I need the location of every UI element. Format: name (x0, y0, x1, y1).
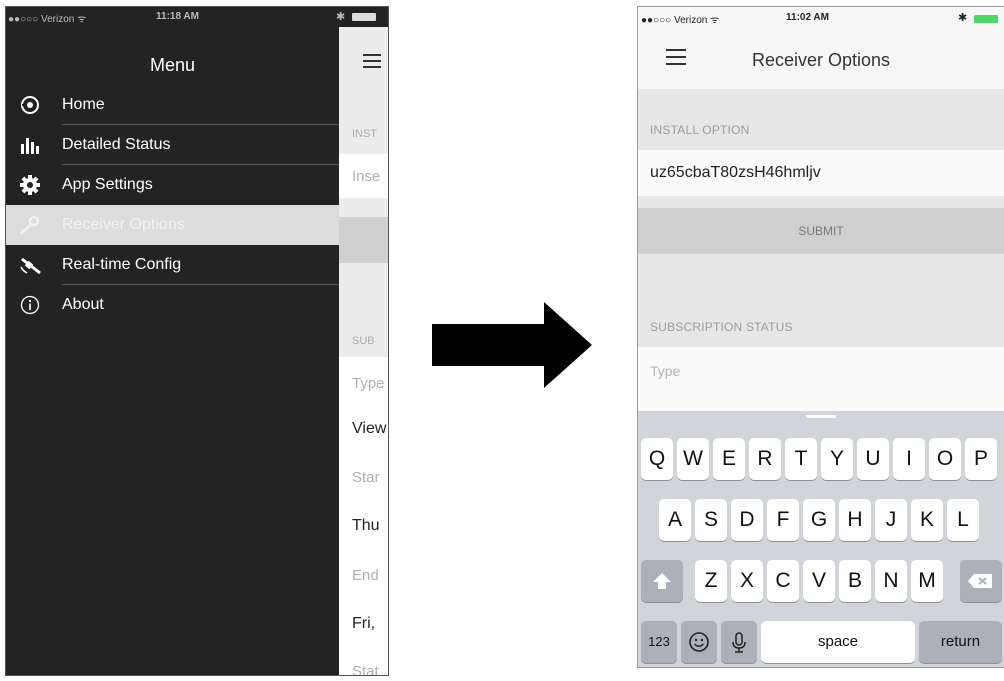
right-phone-screen: ●●○○○ Verizon ᯤ 11:02 AM ✱ Receiver Opti… (637, 6, 1004, 668)
return-key[interactable]: return (919, 621, 1002, 663)
key-o[interactable]: O (929, 438, 961, 480)
start-peek: Star (352, 469, 380, 486)
subscription-status-label: SUBSCRIPTION STATUS (650, 320, 793, 334)
key-q[interactable]: Q (641, 438, 673, 480)
menu-item-label: Real-time Config (62, 256, 182, 273)
install-placeholder-peek: Inse (352, 168, 381, 185)
key-n[interactable]: N (875, 560, 907, 602)
view-peek: View (352, 420, 387, 437)
space-key[interactable]: space (761, 621, 915, 663)
shift-arrow-icon (641, 573, 683, 607)
thu-peek: Thu (352, 517, 380, 534)
menu-item-label: Receiver Options (62, 216, 185, 233)
key-t[interactable]: T (785, 438, 817, 480)
navigation-bar: Receiver Options (638, 29, 1004, 89)
key-d[interactable]: D (731, 499, 763, 541)
menu-item-real-time-config[interactable]: Real-time Config (6, 245, 339, 285)
key-a[interactable]: A (659, 499, 691, 541)
type-placeholder: Type (650, 363, 681, 379)
emoji-key[interactable] (681, 621, 717, 663)
submit-button[interactable]: SUBMIT (638, 208, 1004, 254)
menu-item-label: About (62, 296, 104, 313)
submit-button-peek[interactable] (339, 217, 388, 263)
end-peek: End (352, 567, 379, 584)
battery-icon (974, 15, 998, 23)
install-label-peek: INST (352, 128, 378, 140)
satellite-icon (20, 255, 41, 275)
menu-item-label: App Settings (62, 176, 153, 193)
menu-item-detailed-status[interactable]: Detailed Status (6, 125, 339, 165)
key-v[interactable]: V (803, 560, 835, 602)
shift-key[interactable] (641, 560, 683, 602)
bluetooth-icon: ✱ (958, 12, 968, 24)
key-u[interactable]: U (857, 438, 889, 480)
menu-item-app-settings[interactable]: App Settings (6, 165, 339, 205)
key-p[interactable]: P (965, 438, 997, 480)
menu-item-about[interactable]: About (6, 285, 339, 325)
wrench-icon (20, 215, 40, 235)
gear-icon (20, 175, 40, 195)
status-bar: ●●○○○ Verizon ᯤ 11:02 AM ✱ (638, 7, 1004, 29)
numbers-key[interactable]: 123 (641, 621, 677, 663)
key-z[interactable]: Z (695, 560, 727, 602)
menu-item-home[interactable]: Home (6, 85, 339, 125)
bar-chart-icon (20, 135, 40, 155)
key-s[interactable]: S (695, 499, 727, 541)
key-c[interactable]: C (767, 560, 799, 602)
emoji-icon (681, 632, 717, 667)
fri-peek: Fri, (352, 615, 376, 632)
status-time: 11:18 AM (156, 11, 199, 22)
dictation-key[interactable] (721, 621, 757, 663)
backspace-icon (960, 574, 1002, 607)
key-w[interactable]: W (677, 438, 709, 480)
install-option-value: uz65cbaT80zsH46hmljv (650, 164, 821, 181)
on-screen-keyboard: Q W E R T Y U I O P A S D F G H J K L Z … (638, 411, 1004, 667)
key-b[interactable]: B (839, 560, 871, 602)
key-h[interactable]: H (839, 499, 871, 541)
key-l[interactable]: L (947, 499, 979, 541)
key-x[interactable]: X (731, 560, 763, 602)
home-icon (20, 95, 40, 115)
status-bar: ●●○○○ Verizon ᯤ 11:18 AM ✱ (6, 7, 388, 27)
bluetooth-icon: ✱ (336, 11, 346, 23)
key-k[interactable]: K (911, 499, 943, 541)
microphone-icon (721, 632, 757, 667)
key-f[interactable]: F (767, 499, 799, 541)
main-content-peek: INST Inse SUB Type View Star Thu End Fri… (339, 27, 388, 676)
install-option-label: INSTALL OPTION (650, 123, 750, 137)
transition-arrow-icon (432, 302, 592, 393)
key-j[interactable]: J (875, 499, 907, 541)
left-phone-screen: ●●○○○ Verizon ᯤ 11:18 AM ✱ INST Inse SUB… (5, 6, 389, 676)
key-m[interactable]: M (911, 560, 943, 602)
battery-icon (352, 13, 376, 21)
stat-peek: Stat (352, 663, 379, 676)
key-i[interactable]: I (893, 438, 925, 480)
backspace-key[interactable] (960, 560, 1002, 602)
key-e[interactable]: E (713, 438, 745, 480)
key-y[interactable]: Y (821, 438, 853, 480)
status-time: 11:02 AM (786, 12, 829, 23)
carrier-label: ●●○○○ Verizon ᯤ (641, 15, 720, 26)
subscription-label-peek: SUB (352, 335, 375, 347)
menu-item-label: Detailed Status (62, 136, 171, 153)
type-peek: Type (352, 375, 385, 392)
carrier-label: ●●○○○ Verizon ᯤ (8, 14, 87, 25)
keyboard-grabber (806, 415, 836, 418)
menu-item-label: Home (62, 96, 105, 113)
info-icon (20, 295, 40, 315)
page-title: Receiver Options (751, 50, 891, 70)
subscription-type-row[interactable] (638, 347, 1004, 411)
drawer-title: Menu (149, 55, 196, 75)
side-drawer: Menu Home Detailed Status App Settings R… (6, 27, 339, 675)
key-r[interactable]: R (749, 438, 781, 480)
hamburger-menu-icon[interactable] (363, 53, 381, 73)
menu-item-receiver-options[interactable]: Receiver Options (6, 205, 339, 245)
key-g[interactable]: G (803, 499, 835, 541)
